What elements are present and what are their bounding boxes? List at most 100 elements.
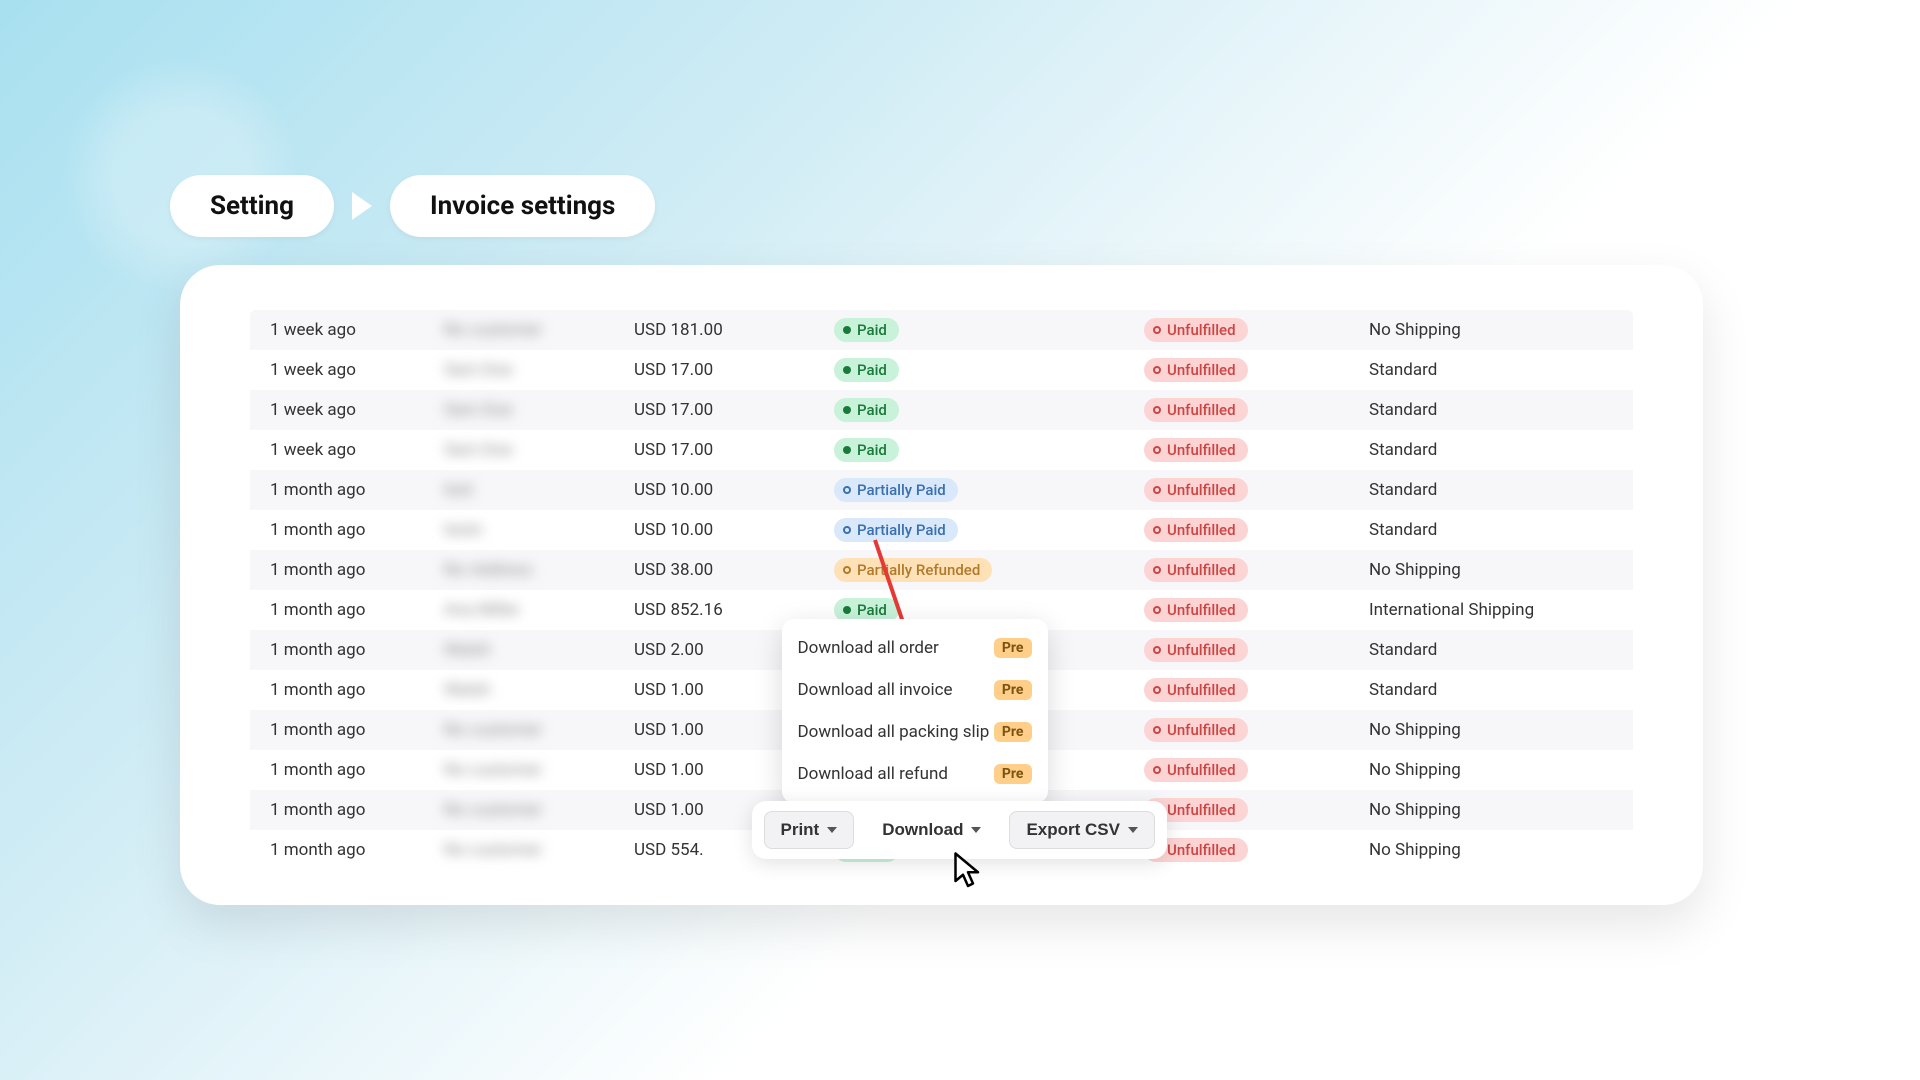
cell-shipping: Standard bbox=[1365, 350, 1633, 390]
table-row[interactable]: 1 week agoNo customerUSD 181.00PaidUnful… bbox=[250, 310, 1633, 350]
cell-time: 1 month ago bbox=[250, 510, 440, 550]
cell-shipping: Standard bbox=[1365, 430, 1633, 470]
download-all-packing-slip-item[interactable]: Download all packing slip Pre bbox=[782, 711, 1048, 753]
table-row[interactable]: 1 week agoSam DoeUSD 17.00PaidUnfulfille… bbox=[250, 390, 1633, 430]
breadcrumb-step-setting[interactable]: Setting bbox=[170, 175, 334, 237]
cell-amount: USD 17.00 bbox=[630, 430, 830, 470]
download-dropdown: Download all order Pre Download all invo… bbox=[782, 619, 1048, 803]
status-dot-icon bbox=[843, 326, 851, 334]
status-label: Unfulfilled bbox=[1167, 681, 1236, 699]
cell-amount: USD 17.00 bbox=[630, 390, 830, 430]
chevron-down-icon bbox=[827, 827, 837, 833]
status-label: Paid bbox=[857, 401, 887, 419]
cell-customer: Sam Doe bbox=[440, 350, 630, 390]
cell-customer: Sam Doe bbox=[440, 430, 630, 470]
status-label: Partially Paid bbox=[857, 521, 946, 539]
pre-badge: Pre bbox=[994, 722, 1032, 742]
table-row[interactable]: 1 month agotestUSD 10.00Partially PaidUn… bbox=[250, 470, 1633, 510]
status-ring-icon bbox=[1153, 726, 1161, 734]
cell-amount: USD 10.00 bbox=[630, 510, 830, 550]
breadcrumb: Setting Invoice settings bbox=[170, 175, 655, 237]
cell-fulfillment: Unfulfilled bbox=[1140, 310, 1365, 350]
download-all-invoice-item[interactable]: Download all invoice Pre bbox=[782, 669, 1048, 711]
cell-fulfillment: Unfulfilled bbox=[1140, 630, 1365, 670]
cell-shipping: No Shipping bbox=[1365, 310, 1633, 350]
status-badge: Unfulfilled bbox=[1144, 598, 1248, 622]
table-row[interactable]: 1 week agoSam DoeUSD 17.00PaidUnfulfille… bbox=[250, 430, 1633, 470]
dd-label: Download all invoice bbox=[798, 680, 953, 700]
download-all-order-item[interactable]: Download all order Pre bbox=[782, 627, 1048, 669]
breadcrumb-separator-icon bbox=[352, 192, 372, 220]
status-badge: Unfulfilled bbox=[1144, 638, 1248, 662]
status-ring-icon bbox=[843, 526, 851, 534]
cell-shipping: Standard bbox=[1365, 670, 1633, 710]
cell-customer: Ana Miller bbox=[440, 590, 630, 630]
cell-customer: Walsh bbox=[440, 630, 630, 670]
cell-amount: USD 38.00 bbox=[630, 550, 830, 590]
status-badge: Unfulfilled bbox=[1144, 718, 1248, 742]
cell-fulfillment: Unfulfilled bbox=[1140, 670, 1365, 710]
chevron-down-icon bbox=[1128, 827, 1138, 833]
status-label: Unfulfilled bbox=[1167, 841, 1236, 859]
status-dot-icon bbox=[843, 406, 851, 414]
cell-payment: Partially Paid bbox=[830, 510, 1140, 550]
status-ring-icon bbox=[1153, 326, 1161, 334]
cell-fulfillment: Unfulfilled bbox=[1140, 470, 1365, 510]
cell-fulfillment: Unfulfilled bbox=[1140, 830, 1365, 870]
cell-time: 1 week ago bbox=[250, 430, 440, 470]
status-ring-icon bbox=[1153, 566, 1161, 574]
cell-fulfillment: Unfulfilled bbox=[1140, 430, 1365, 470]
export-csv-button[interactable]: Export CSV bbox=[1009, 811, 1155, 849]
cell-shipping: No Shipping bbox=[1365, 710, 1633, 750]
cell-customer: Sam Doe bbox=[440, 390, 630, 430]
status-label: Unfulfilled bbox=[1167, 321, 1236, 339]
cell-fulfillment: Unfulfilled bbox=[1140, 550, 1365, 590]
status-badge: Unfulfilled bbox=[1144, 478, 1248, 502]
status-ring-icon bbox=[1153, 486, 1161, 494]
table-row[interactable]: 1 month agoNo AddressUSD 38.00Partially … bbox=[250, 550, 1633, 590]
cell-time: 1 month ago bbox=[250, 630, 440, 670]
status-ring-icon bbox=[1153, 366, 1161, 374]
status-badge: Unfulfilled bbox=[1144, 518, 1248, 542]
cell-amount: USD 181.00 bbox=[630, 310, 830, 350]
status-label: Partially Refunded bbox=[857, 561, 980, 579]
status-ring-icon bbox=[1153, 606, 1161, 614]
status-label: Partially Paid bbox=[857, 481, 946, 499]
status-label: Paid bbox=[857, 361, 887, 379]
cell-time: 1 week ago bbox=[250, 350, 440, 390]
table-row[interactable]: 1 month agotestnUSD 10.00 Partially Paid U… bbox=[250, 510, 1633, 550]
status-badge: Unfulfilled bbox=[1144, 398, 1248, 422]
status-label: Unfulfilled bbox=[1167, 641, 1236, 659]
status-label: Paid bbox=[857, 321, 887, 339]
export-label: Export CSV bbox=[1026, 820, 1120, 840]
status-ring-icon bbox=[1153, 446, 1161, 454]
breadcrumb-step-invoice-settings[interactable]: Invoice settings bbox=[390, 175, 655, 237]
cell-shipping: Standard bbox=[1365, 390, 1633, 430]
cell-customer: No customer bbox=[440, 790, 630, 830]
status-badge: Unfulfilled bbox=[1144, 758, 1248, 782]
download-all-refund-item[interactable]: Download all refund Pre bbox=[782, 753, 1048, 795]
status-label: Unfulfilled bbox=[1167, 761, 1236, 779]
cell-customer: testn bbox=[440, 510, 630, 550]
cell-fulfillment: Unfulfilled bbox=[1140, 750, 1365, 790]
status-label: Unfulfilled bbox=[1167, 521, 1236, 539]
status-badge: Partially Refunded bbox=[834, 558, 992, 582]
table-row[interactable]: 1 week agoSam DoeUSD 17.00PaidUnfulfille… bbox=[250, 350, 1633, 390]
bulk-actions-toolbar: Print Download Export CSV bbox=[752, 801, 1167, 859]
status-ring-icon bbox=[1153, 646, 1161, 654]
print-label: Print bbox=[781, 820, 820, 840]
print-button[interactable]: Print bbox=[764, 811, 855, 849]
status-dot-icon bbox=[843, 606, 851, 614]
cell-payment: Paid bbox=[830, 390, 1140, 430]
cell-customer: No customer bbox=[440, 710, 630, 750]
cell-shipping: Standard bbox=[1365, 470, 1633, 510]
chevron-down-icon bbox=[971, 827, 981, 833]
status-ring-icon bbox=[1153, 686, 1161, 694]
download-button[interactable]: Download bbox=[866, 811, 997, 849]
status-ring-icon bbox=[1153, 766, 1161, 774]
status-label: Unfulfilled bbox=[1167, 361, 1236, 379]
status-label: Unfulfilled bbox=[1167, 401, 1236, 419]
status-badge: Partially Paid bbox=[834, 478, 958, 502]
status-label: Paid bbox=[857, 601, 887, 619]
status-label: Unfulfilled bbox=[1167, 601, 1236, 619]
